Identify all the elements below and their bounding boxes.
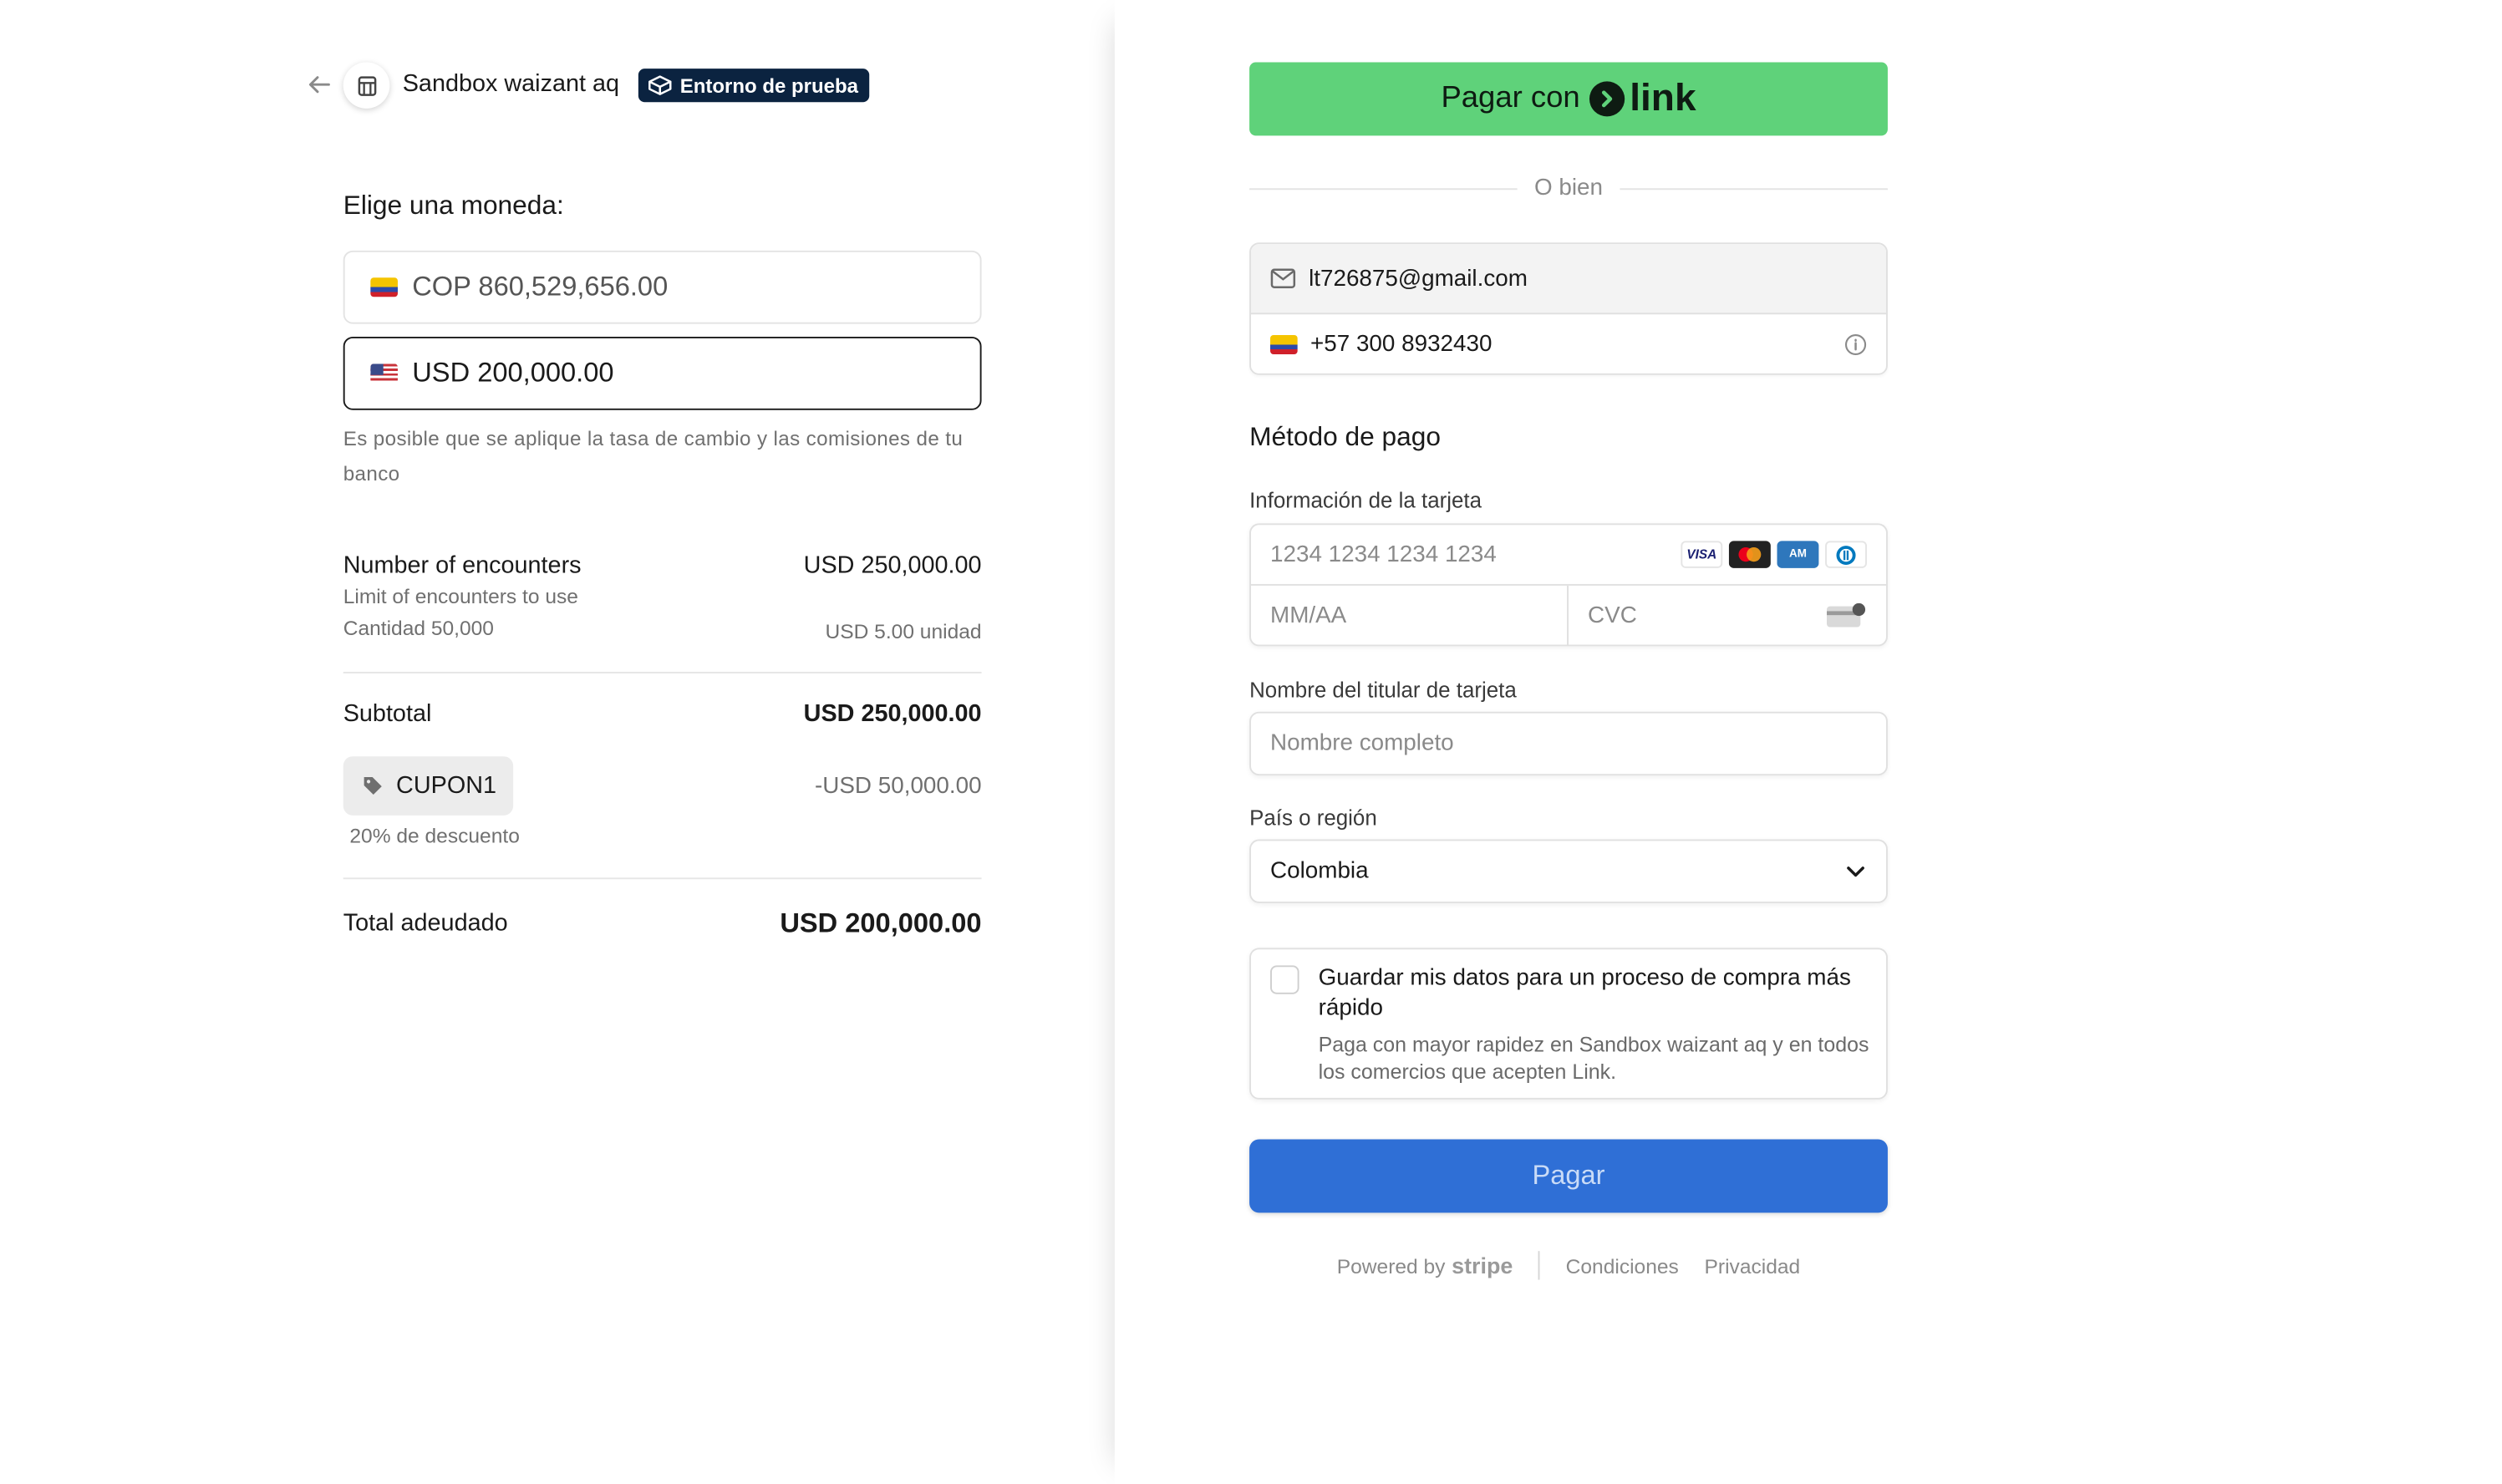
card-brands: VISA AM xyxy=(1681,541,1867,568)
card-number-placeholder: 1234 1234 1234 1234 xyxy=(1270,541,1497,567)
phone-value: +57 300 8932430 xyxy=(1310,332,1493,358)
phone-field[interactable]: +57 300 8932430 xyxy=(1251,314,1886,374)
coupon-discount-value: -USD 50,000.00 xyxy=(814,774,982,800)
mail-icon xyxy=(1270,268,1296,288)
currency-option-cop[interactable]: COP 860,529,656.00 xyxy=(343,250,982,324)
card-number-input[interactable]: 1234 1234 1234 1234 VISA AM xyxy=(1250,525,1887,586)
footer-separator xyxy=(1538,1251,1540,1280)
cvc-card-icon xyxy=(1827,602,1866,628)
currency-option-label: COP 860,529,656.00 xyxy=(412,271,669,302)
test-mode-badge-label: Entorno de prueba xyxy=(679,74,859,97)
chevron-down-icon xyxy=(1847,867,1864,877)
tag-icon xyxy=(364,777,382,795)
card-cvc-input[interactable]: CVC xyxy=(1569,586,1886,645)
visa-icon: VISA xyxy=(1681,541,1723,568)
order-summary-panel: Sandbox waizant aq Entorno de prueba Eli… xyxy=(0,0,1115,1484)
line-item-price: USD 250,000.00 xyxy=(803,551,982,580)
colombia-flag-icon xyxy=(370,277,398,297)
currency-title: Elige una moneda: xyxy=(343,191,564,221)
payment-panel: Pagar con link O bien lt726875@gmail.com… xyxy=(1114,0,2502,1484)
save-info-description: Paga con mayor rapidez en Sandbox waizan… xyxy=(1318,1032,1869,1084)
exchange-rate-note: Es posible que se aplique la tasa de cam… xyxy=(343,427,964,485)
card-expiry-placeholder: MM/AA xyxy=(1270,602,1347,629)
sandbox-box-icon xyxy=(648,75,672,95)
total-label: Total adeudado xyxy=(343,909,508,937)
privacy-link[interactable]: Privacidad xyxy=(1705,1253,1801,1278)
card-cvc-placeholder: CVC xyxy=(1588,602,1637,629)
save-info-checkbox[interactable] xyxy=(1270,965,1299,994)
line-item-name: Number of encounters xyxy=(343,551,582,580)
amex-icon: AM xyxy=(1777,541,1819,568)
colombia-flag-icon xyxy=(1270,335,1298,354)
info-icon[interactable] xyxy=(1844,333,1867,356)
terms-link[interactable]: Condiciones xyxy=(1566,1253,1679,1278)
footer: Powered by stripe Condiciones Privacidad xyxy=(1249,1251,1888,1280)
cardholder-name-input[interactable]: Nombre completo xyxy=(1249,711,1888,776)
coupon-code: CUPON1 xyxy=(396,772,497,800)
diners-club-icon xyxy=(1825,541,1867,568)
email-field[interactable]: lt726875@gmail.com xyxy=(1250,244,1887,315)
line-item-unit-price: USD 5.00 unidad xyxy=(825,618,982,643)
email-value: lt726875@gmail.com xyxy=(1309,265,1528,292)
save-info-title: Guardar mis datos para un proceso de com… xyxy=(1318,965,1851,1022)
stripe-logo[interactable]: stripe xyxy=(1452,1253,1513,1278)
pay-with-link-label: Pagar con xyxy=(1441,81,1580,115)
subtotal-label: Subtotal xyxy=(343,700,432,728)
country-value: Colombia xyxy=(1270,858,1369,884)
link-logo: link xyxy=(1589,77,1696,121)
back-arrow-icon[interactable] xyxy=(307,72,333,98)
subtotal-value: USD 250,000.00 xyxy=(803,700,982,728)
cardholder-name-placeholder: Nombre completo xyxy=(1270,730,1454,757)
line-item-description: Limit of encounters to use xyxy=(343,583,578,608)
us-flag-icon xyxy=(370,363,398,384)
store-icon xyxy=(343,62,390,109)
card-input-group: 1234 1234 1234 1234 VISA AM MM/AA CVC xyxy=(1249,523,1888,647)
divider xyxy=(343,671,982,673)
powered-by-text: Powered by xyxy=(1336,1253,1446,1278)
save-info-option: Guardar mis datos para un proceso de com… xyxy=(1249,948,1888,1100)
card-info-label: Información de la tarjeta xyxy=(1249,488,1482,513)
currency-option-usd[interactable]: USD 200,000.00 xyxy=(343,336,982,410)
line-item-quantity: Cantidad 50,000 xyxy=(343,616,494,640)
coupon-description: 20% de descuento xyxy=(349,823,520,848)
cardholder-name-label: Nombre del titular de tarjeta xyxy=(1249,678,1517,703)
contact-info-group: lt726875@gmail.com +57 300 8932430 xyxy=(1249,242,1888,375)
pay-button[interactable]: Pagar xyxy=(1249,1139,1888,1213)
country-select[interactable]: Colombia xyxy=(1249,839,1888,903)
country-label: País o región xyxy=(1249,806,1377,831)
link-chevron-icon xyxy=(1589,81,1625,117)
coupon-chip[interactable]: CUPON1 xyxy=(343,756,514,816)
merchant-name[interactable]: Sandbox waizant aq xyxy=(403,70,619,97)
currency-option-label: USD 200,000.00 xyxy=(412,357,614,389)
divider xyxy=(343,877,982,880)
card-expiry-input[interactable]: MM/AA xyxy=(1251,585,1569,645)
link-logo-text: link xyxy=(1630,76,1696,120)
pay-with-link-button[interactable]: Pagar con link xyxy=(1249,62,1888,136)
test-mode-badge: Entorno de prueba xyxy=(638,69,870,103)
mastercard-icon xyxy=(1728,541,1771,568)
payment-method-title: Método de pago xyxy=(1249,423,1441,452)
or-text: O bien xyxy=(1517,175,1620,201)
total-value: USD 200,000.00 xyxy=(780,907,982,938)
